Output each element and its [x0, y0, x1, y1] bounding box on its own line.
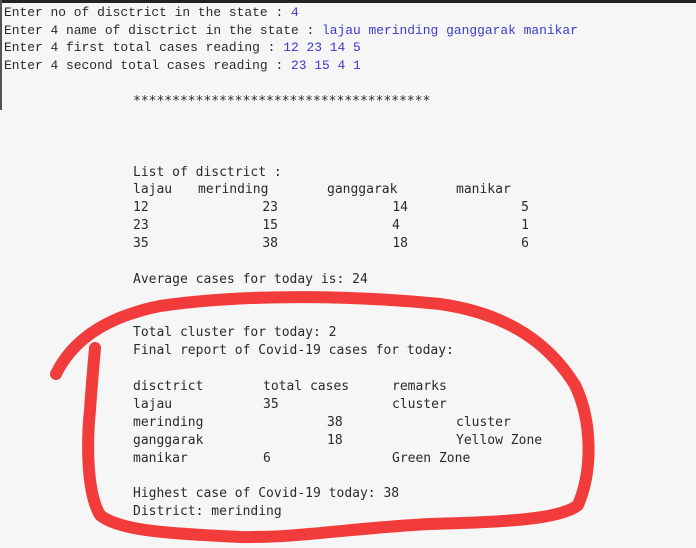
annotation-stroke	[50, 291, 595, 544]
red-annotation-circle	[50, 291, 595, 544]
